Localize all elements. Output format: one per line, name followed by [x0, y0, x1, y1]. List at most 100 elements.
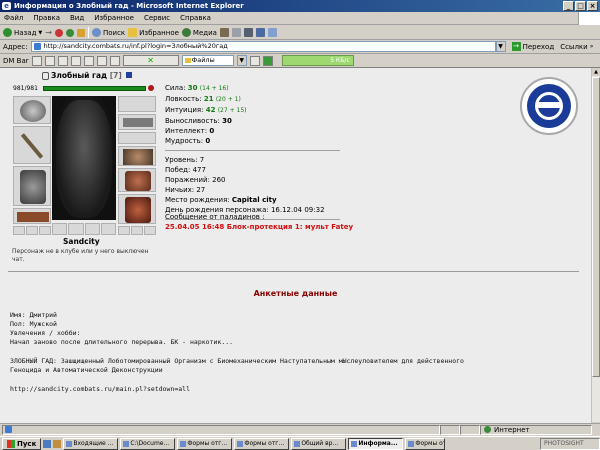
small-slot[interactable]	[52, 223, 68, 235]
earring-slot[interactable]	[118, 96, 156, 112]
dm-bar-button-1[interactable]	[31, 55, 42, 66]
stat-endurance: Выносливость: 30	[165, 116, 340, 126]
scroll-up-button[interactable]: ▲	[592, 68, 600, 76]
task-button[interactable]: Формы отг...	[405, 437, 446, 450]
print-icon[interactable]	[243, 28, 253, 37]
back-button[interactable]: Назад ▼	[3, 28, 42, 37]
scroll-thumb[interactable]	[592, 77, 600, 377]
address-dropdown-button[interactable]: ▼	[495, 41, 506, 52]
address-input[interactable]: http://sandcity.combats.ru/inf.pl?login=…	[30, 41, 496, 52]
dm-bar-button-6[interactable]	[96, 55, 107, 66]
history-icon[interactable]	[219, 28, 229, 37]
menu-view[interactable]: Вид	[70, 14, 84, 22]
dm-bar-button-7[interactable]	[109, 55, 120, 66]
dm-bar-button-2[interactable]	[44, 55, 55, 66]
profile-name: Имя: Дмитрий	[10, 311, 57, 319]
info-icon[interactable]	[126, 72, 133, 78]
stat-extra: (14 + 16)	[199, 85, 229, 92]
profile-link[interactable]: http://sandcity.combats.ru/main.pl?setdo…	[10, 385, 190, 394]
system-tray: PHOTOSIGHT	[540, 437, 600, 450]
gloves-slot[interactable]	[118, 146, 156, 166]
dm-bar-button-5[interactable]	[83, 55, 94, 66]
favorites-button[interactable]: Избранное	[128, 28, 179, 37]
gloves-icon	[123, 149, 153, 165]
level-text: Уровень: 7	[165, 156, 205, 164]
small-slot[interactable]	[144, 226, 156, 235]
maximize-button[interactable]: □	[575, 1, 586, 11]
status-cell	[460, 424, 480, 435]
mail-icon[interactable]	[231, 28, 241, 37]
armor-slot[interactable]	[13, 166, 51, 206]
bottom-slots	[52, 223, 116, 235]
hp-bar	[43, 86, 146, 91]
files-dropdown-button[interactable]: ▼	[236, 55, 247, 66]
small-slot[interactable]	[100, 223, 116, 235]
shield-icon	[125, 171, 151, 191]
small-slot[interactable]	[68, 223, 84, 235]
task-button[interactable]: Формы отг...	[234, 437, 290, 450]
heart-icon	[148, 85, 154, 91]
minimize-button[interactable]: _	[563, 1, 574, 11]
menu-file[interactable]: Файл	[4, 14, 23, 22]
address-bar: Адрес: http://sandcity.combats.ru/inf.pl…	[0, 40, 600, 54]
emblem-inner	[527, 84, 571, 128]
download-icon[interactable]	[262, 55, 273, 66]
stat-label: Сила:	[165, 84, 186, 92]
files-select[interactable]: Файлы	[181, 55, 234, 66]
edit-icon[interactable]	[255, 28, 265, 37]
small-slot[interactable]	[39, 226, 51, 235]
go-arrow-icon: →	[511, 42, 521, 51]
media-label: Медиа	[192, 28, 217, 37]
search-dm-icon[interactable]	[249, 55, 260, 66]
task-button[interactable]: Формы отг...	[177, 437, 233, 450]
quicklaunch-folder-icon[interactable]	[53, 439, 62, 448]
task-button[interactable]: Общий вр...	[291, 437, 347, 450]
home-icon[interactable]	[76, 28, 85, 37]
links-label[interactable]: Ссылки	[560, 43, 588, 51]
stat-value: 42	[205, 106, 216, 114]
go-button[interactable]: → Переход	[511, 42, 554, 51]
shield-slot[interactable]	[118, 168, 156, 192]
necklace-slot[interactable]	[118, 114, 156, 130]
small-slot[interactable]	[84, 223, 100, 235]
small-slot[interactable]	[26, 226, 38, 235]
rings-slot[interactable]	[118, 132, 156, 144]
crutch-weapon-icon	[20, 133, 44, 159]
birthplace-label: Место рождения:	[165, 196, 230, 204]
start-button[interactable]: Пуск	[2, 437, 42, 450]
discuss-icon[interactable]	[267, 28, 277, 37]
menu-tools[interactable]: Сервис	[144, 14, 170, 22]
stat-value: 21	[203, 95, 214, 103]
speed-indicator: 5 КБ/с	[281, 55, 354, 66]
stat-extra: (27 + 15)	[217, 107, 247, 114]
stop-icon[interactable]	[54, 28, 63, 37]
boots-slot[interactable]	[118, 194, 156, 224]
small-slot[interactable]	[118, 226, 130, 235]
belt-slot[interactable]	[13, 208, 51, 224]
wins-text: Побед: 477	[165, 166, 206, 174]
media-button[interactable]: Медиа	[181, 28, 217, 37]
task-button[interactable]: Входящие ...	[63, 437, 119, 450]
task-button[interactable]: C:\Docume...	[120, 437, 176, 450]
close-button[interactable]: ×	[587, 1, 598, 11]
dm-bar-x-button[interactable]: ✕	[122, 55, 179, 66]
search-button[interactable]: Поиск	[91, 28, 125, 37]
menu-favorites[interactable]: Избранное	[94, 14, 134, 22]
belt-icon	[17, 212, 49, 222]
forward-button[interactable]: →	[45, 28, 52, 37]
helmet-slot[interactable]	[13, 96, 51, 124]
small-slot[interactable]	[131, 226, 143, 235]
menu-edit[interactable]: Правка	[33, 14, 60, 22]
dm-bar-button-4[interactable]	[70, 55, 81, 66]
quicklaunch-ie-icon[interactable]	[43, 439, 52, 448]
security-zone-cell: Интернет	[480, 424, 592, 435]
weapon-slot[interactable]	[13, 126, 51, 164]
small-slot[interactable]	[13, 226, 25, 235]
refresh-icon[interactable]	[65, 28, 74, 37]
media-icon	[181, 28, 191, 37]
dm-bar-button-3[interactable]	[57, 55, 68, 66]
menu-help[interactable]: Справка	[180, 14, 211, 22]
vertical-scrollbar[interactable]: ▲ ▼	[591, 68, 600, 430]
stat-value: 0	[205, 137, 211, 145]
task-button-active[interactable]: Информа...	[348, 437, 404, 450]
